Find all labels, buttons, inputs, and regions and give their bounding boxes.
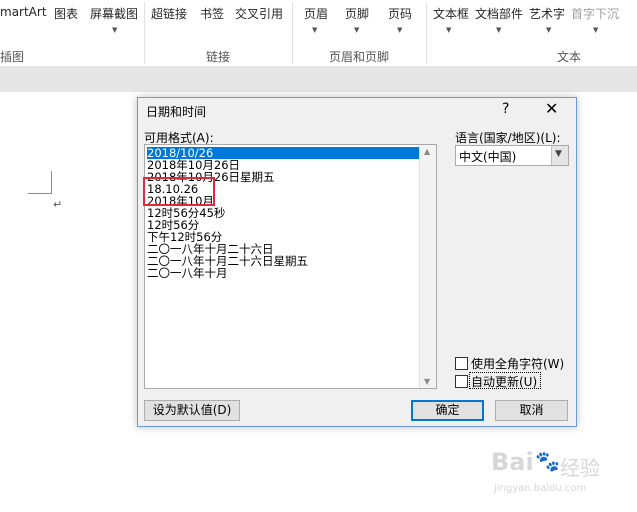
ribbon: martArt 图表 屏幕截图 ▼ 超链接 书签 交叉引用 页眉 ▼ 页脚 ▼ … [0,0,637,67]
cancel-button[interactable]: 取消 [495,400,568,421]
dialog-title: 日期和时间 [146,105,207,119]
page-number-button[interactable]: 页码 [388,5,412,22]
help-icon[interactable]: ? [502,101,509,117]
chevron-down-icon: ▼ [555,149,562,159]
wordart-button[interactable]: 艺术字 [529,5,565,22]
smartart-button[interactable]: martArt [0,5,47,19]
language-label: 语言(国家/地区)(L): [455,131,561,145]
hyperlink-button[interactable]: 超链接 [151,5,187,22]
ribbon-separator [426,2,427,64]
paragraph-mark-icon: ↵ [53,198,63,211]
watermark-url: jingyan.baidu.com [494,483,587,494]
chevron-down-icon[interactable]: ▼ [397,26,402,34]
margin-corner-mark [28,193,52,194]
auto-update-checkbox[interactable] [455,375,468,388]
illustrations-group-label: 插图 [0,50,25,64]
ruler-band [0,66,637,93]
auto-update-label[interactable]: 自动更新(U) [471,373,537,390]
scroll-up-icon[interactable]: ▲ [424,147,430,156]
bookmark-button[interactable]: 书签 [200,5,224,22]
chevron-down-icon[interactable]: ▼ [354,26,359,34]
chevron-down-icon[interactable]: ▼ [546,26,551,34]
footer-button[interactable]: 页脚 [345,5,369,22]
margin-corner-mark [51,171,52,194]
scroll-down-icon[interactable]: ▼ [424,377,430,386]
chevron-down-icon[interactable]: ▼ [312,26,317,34]
chart-button[interactable]: 图表 [54,5,78,22]
drop-cap-button[interactable]: 首字下沉 [571,5,619,22]
cross-reference-button[interactable]: 交叉引用 [235,5,283,22]
set-default-button[interactable]: 设为默认值(D) [144,400,240,421]
chevron-down-icon[interactable]: ▼ [112,26,117,34]
watermark-text: 经验 [560,456,600,480]
ok-button[interactable]: 确定 [411,400,484,421]
quick-parts-button[interactable]: 文档部件 [475,5,523,22]
language-select[interactable]: 中文(中国) ▼ [455,145,569,166]
full-width-label[interactable]: 使用全角字符(W) [471,355,564,372]
close-icon[interactable]: ✕ [545,99,558,118]
chevron-down-icon[interactable]: ▼ [496,26,501,34]
text-box-button[interactable]: 文本框 [433,5,469,22]
watermark-logo: Bai [491,448,534,476]
format-item[interactable]: 二〇一八年十月 [147,267,228,279]
chevron-down-icon[interactable]: ▼ [593,26,598,34]
ribbon-separator [292,2,293,64]
ribbon-separator [144,2,145,64]
header-footer-group-label: 页眉和页脚 [329,50,390,64]
language-dropdown-button[interactable]: ▼ [551,146,568,165]
date-time-dialog: 日期和时间 ? ✕ 可用格式(A): 2018/10/26 2018年10月26… [137,97,577,427]
highlight-annotation-box [143,177,215,206]
links-group-label: 链接 [206,50,231,64]
paw-icon: 🐾 [535,449,560,473]
text-group-label: 文本 [557,50,582,64]
full-width-checkbox[interactable] [455,357,468,370]
chevron-down-icon[interactable]: ▼ [446,26,451,34]
screenshot-button[interactable]: 屏幕截图 [90,5,138,22]
header-button[interactable]: 页眉 [304,5,328,22]
language-value: 中文(中国) [459,150,517,164]
formats-scrollbar[interactable]: ▲ ▼ [419,145,436,388]
